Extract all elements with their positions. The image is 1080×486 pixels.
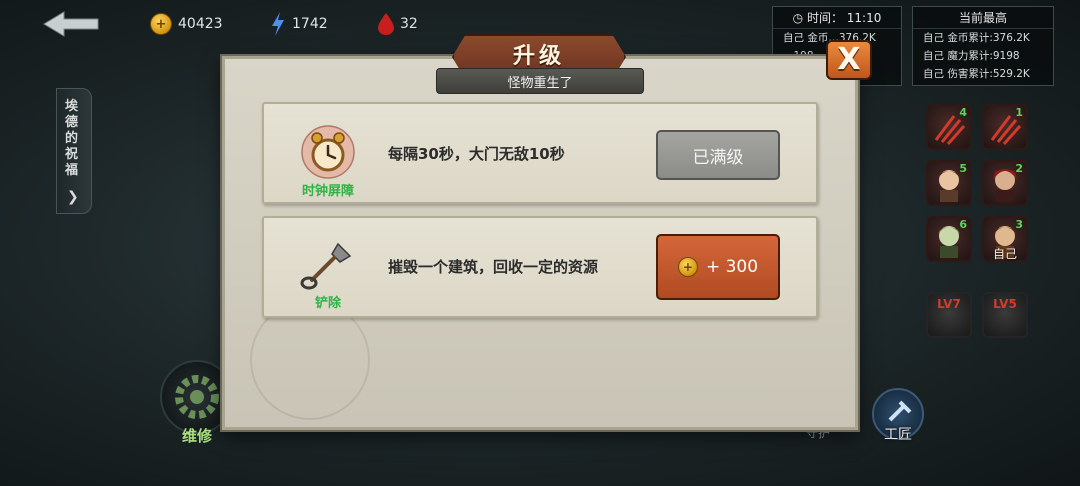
max-level-button[interactable]: 已满级 — [656, 130, 780, 180]
close-button[interactable]: X — [826, 40, 872, 80]
dialog-decoration — [250, 300, 370, 420]
purchase-button[interactable]: + + 300 — [656, 234, 780, 300]
lightning-icon — [272, 12, 284, 36]
blood-counter: 32 — [378, 10, 418, 38]
chevron-right-icon: ❯ — [67, 189, 79, 205]
clock-icon: ◷ — [792, 11, 804, 25]
best-panel: 当前最高 自己 金币累计:376.2K 自己 魔力累计:9198 自己 伤害累计… — [912, 6, 1054, 86]
unit-count: 1 — [1015, 106, 1023, 119]
unit-level: LV5 — [993, 297, 1017, 311]
item-name: 时钟屏障 — [301, 184, 354, 199]
unit-count: 3 — [1015, 218, 1023, 231]
item-description: 每隔30秒，大门无敌10秒 — [388, 145, 565, 163]
unit-card[interactable]: 4 — [926, 104, 972, 150]
unit-card[interactable]: LV7 — [926, 292, 972, 338]
unit-card[interactable]: 1 — [982, 104, 1028, 150]
unit-count: 2 — [1015, 162, 1023, 175]
craftsman-label: 工匠 — [884, 427, 912, 443]
unit-count: 5 — [959, 162, 967, 175]
best-panel-row: 自己 伤害累计:529.2K — [923, 68, 1030, 80]
unit-label: 自己 — [992, 247, 1017, 261]
dialog-subtitle: 怪物重生了 — [507, 76, 573, 91]
gold-coin-icon: + — [677, 257, 698, 277]
gold-counter: + 40423 — [150, 10, 223, 38]
best-panel-row: 自己 金币累计:376.2K — [923, 32, 1030, 44]
close-icon: X — [837, 42, 861, 77]
unit-card[interactable]: 5 — [926, 160, 972, 206]
unit-card[interactable]: 2 — [982, 160, 1028, 206]
unit-count: 4 — [959, 106, 967, 119]
gold-coin-icon: + — [150, 13, 172, 35]
gold-value: 40423 — [178, 16, 223, 32]
time-label: 时间： — [806, 11, 843, 25]
blood-value: 32 — [400, 16, 418, 32]
unit-card[interactable]: LV5 — [982, 292, 1028, 338]
unit-card[interactable]: 3 自己 — [982, 216, 1028, 262]
back-arrow-icon[interactable] — [42, 10, 100, 38]
alarm-clock-icon — [301, 125, 355, 179]
unit-level: LV7 — [937, 297, 961, 311]
mana-value: 1742 — [292, 16, 328, 32]
item-description: 摧毁一个建筑，回收一定的资源 — [388, 258, 599, 276]
mana-counter: 1742 — [270, 10, 328, 38]
time-header: ◷ 时间： 11:10 — [773, 7, 901, 29]
item-name: 铲除 — [314, 296, 341, 311]
unit-count: 6 — [959, 218, 967, 231]
repair-label: 维修 — [181, 427, 212, 445]
blessing-tab[interactable]: 埃德的祝福 ❯ — [56, 88, 92, 214]
blood-drop-icon — [378, 13, 394, 35]
shovel-icon — [300, 242, 352, 290]
best-panel-title: 当前最高 — [913, 7, 1053, 29]
best-panel-row: 自己 魔力累计:9198 — [923, 50, 1020, 62]
blessing-label: 埃德的祝福 — [65, 99, 79, 178]
purchase-cost: + 300 — [705, 257, 759, 277]
dialog-title: 升级 — [512, 44, 565, 69]
unit-card[interactable]: 6 — [926, 216, 972, 262]
time-value: 11:10 — [846, 11, 882, 25]
